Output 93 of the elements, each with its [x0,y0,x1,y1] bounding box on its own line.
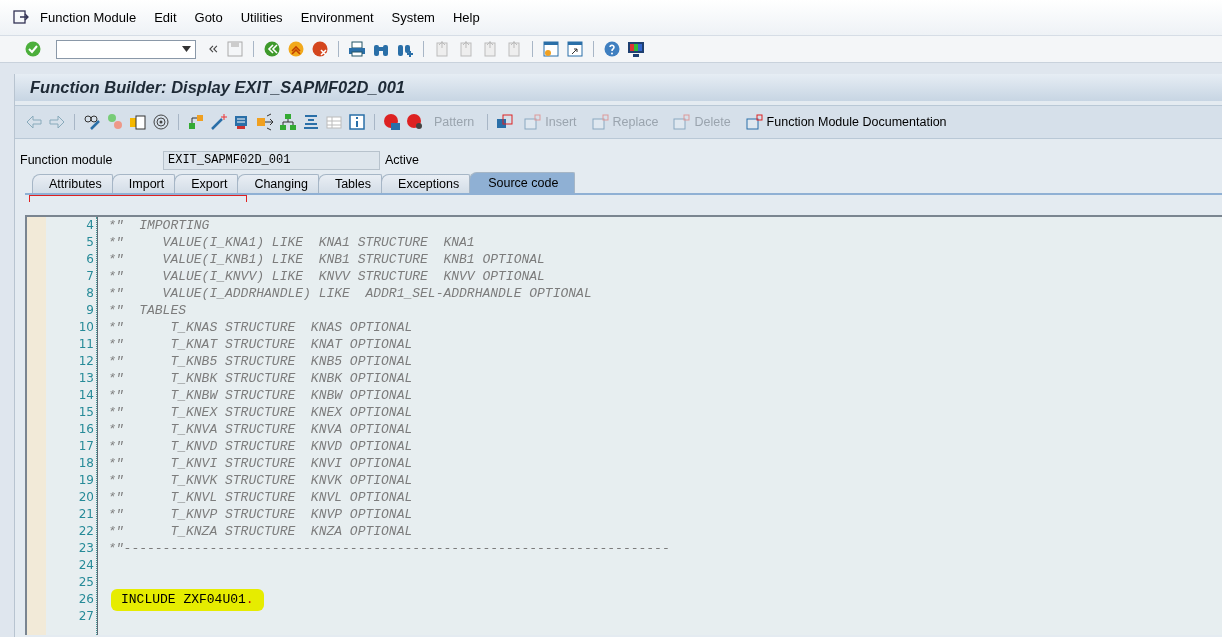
spiral-icon[interactable] [152,113,170,131]
line-number: 27 [77,608,95,625]
line-number: 11 [77,336,95,353]
window-corner-icon [591,113,610,131]
stop-search-icon[interactable] [406,113,424,131]
exit-icon[interactable] [287,40,305,58]
copy-icon[interactable] [129,113,147,131]
code-comment: *" T_KNBW STRUCTURE KNBW OPTIONAL [108,388,413,403]
line-number: 22 [77,523,95,540]
field-label: Function module [20,153,114,167]
menu-item[interactable]: Edit [154,10,191,25]
tab[interactable]: Attributes [32,174,113,193]
menu-item[interactable]: System [391,10,449,25]
code-comment: *" T_KNZA STRUCTURE KNZA OPTIONAL [108,524,413,539]
dropdown-caret-icon[interactable] [182,46,191,52]
menu-item[interactable]: Function Module [40,10,151,25]
line-number: 10 [77,319,95,336]
line-number: 16 [77,421,95,438]
menu-icon[interactable] [12,8,30,27]
line-number: 21 [77,506,95,523]
tab[interactable]: Export [174,174,239,193]
code-editor[interactable] [25,215,1222,635]
line-number: 25 [77,574,95,591]
shortcut-window-icon[interactable] [566,40,584,58]
tab[interactable]: Tables [317,174,383,193]
stacked-windows-icon[interactable] [496,113,515,131]
window-corner-icon [673,113,692,131]
line-number: 4 [85,217,95,234]
code-comment: *" T_KNVL STRUCTURE KNVL OPTIONAL [108,490,413,505]
line-number: 18 [77,455,95,472]
info-icon[interactable] [348,113,366,131]
cancel-icon[interactable] [311,40,329,58]
code-comment: *" T_KNVP STRUCTURE KNVP OPTIONAL [108,507,413,522]
code-comment: *" T_KNEX STRUCTURE KNEX OPTIONAL [108,405,413,420]
line-number: 14 [77,387,95,404]
window-corner-icon [524,113,543,131]
code-comment: *" VALUE(I_ADDRHANDLE) LIKE ADDR1_SEL-ADDRHANDLE OPTIONAL [108,286,592,301]
code-comment: *" VALUE(I_KNB1) LIKE KNB1 STRUCTURE KNB1 OPTIONAL [108,252,545,267]
line-number: 9 [85,302,95,319]
code-comment: *" TABLES [108,303,186,318]
toolbar-button[interactable]: Function Module Documentation [740,113,952,131]
new-window-icon[interactable] [542,40,560,58]
line-number: 12 [77,353,95,370]
align-icon[interactable] [302,113,320,131]
tab[interactable]: Source code [469,172,576,193]
line-number: 7 [85,268,95,285]
code-comment: *" T_KNVA STRUCTURE KNVA OPTIONAL [108,422,413,437]
stop-sign-icon[interactable] [383,113,401,131]
line-number: 24 [77,557,95,574]
function-module-field[interactable]: EXIT_SAPMF02D_001 [163,150,380,170]
line-number: 6 [85,251,95,268]
code-comment: *" VALUE(I_KNA1) LIKE KNA1 STRUCTURE KNA1 [108,235,475,250]
menu-item[interactable]: Utilities [240,10,297,25]
line-number: 23 [77,540,95,557]
code-comment: *" T_KNVD STRUCTURE KNVD OPTIONAL [108,439,413,454]
line-number: 8 [85,285,95,302]
code-comment: *" VALUE(I_KNVV) LIKE KNVV STRUCTURE KNVV OPTIONAL [108,269,545,284]
code-comment: *" T_KNB5 STRUCTURE KNB5 OPTIONAL [108,354,413,369]
line-number: 15 [77,404,95,421]
check-icon[interactable] [24,40,42,58]
status-text: Active [385,153,420,167]
line-number: 20 [77,489,95,506]
back-icon[interactable] [263,40,281,58]
arrows-out-icon[interactable] [256,113,274,131]
tab[interactable]: Exceptions [381,174,471,193]
window-corner-icon [745,113,764,131]
line-number: 5 [85,234,95,251]
highlighted-code: INCLUDE ZXF04U01. [111,589,264,611]
menu-item[interactable]: Goto [194,10,237,25]
code-comment: *"---------------------------------------------------------------------- [108,541,670,556]
code-comment: *" IMPORTING [108,218,210,233]
monitor-icon[interactable] [627,40,645,58]
org-chart-icon[interactable] [279,113,297,131]
tab[interactable]: Import [111,174,176,193]
code-comment: *" T_KNVI STRUCTURE KNVI OPTIONAL [108,456,413,471]
print-icon[interactable] [348,40,366,58]
line-number: 19 [77,472,95,489]
code-comment: *" T_KNAS STRUCTURE KNAS OPTIONAL [108,320,413,335]
line-number: 17 [77,438,95,455]
line-number: 26 [77,591,95,608]
help-icon[interactable] [603,40,621,58]
code-comment: *" T_KNAT STRUCTURE KNAT OPTIONAL [108,337,413,352]
code-comment: *" T_KNBK STRUCTURE KNBK OPTIONAL [108,371,413,386]
tab[interactable]: Changing [237,174,319,193]
command-field[interactable] [56,39,196,59]
code-comment: *" T_KNVK STRUCTURE KNVK OPTIONAL [108,473,413,488]
window-title: Function Builder: Display EXIT_SAPMF02D_001 [30,78,405,97]
menu-item[interactable]: Environment [300,10,388,25]
hierarchy-icon[interactable] [187,113,205,131]
magic-wand-icon[interactable] [210,113,228,131]
menu-item[interactable]: Help [452,10,494,25]
glasses-pencil-icon[interactable] [83,113,101,131]
line-number: 13 [77,370,95,387]
